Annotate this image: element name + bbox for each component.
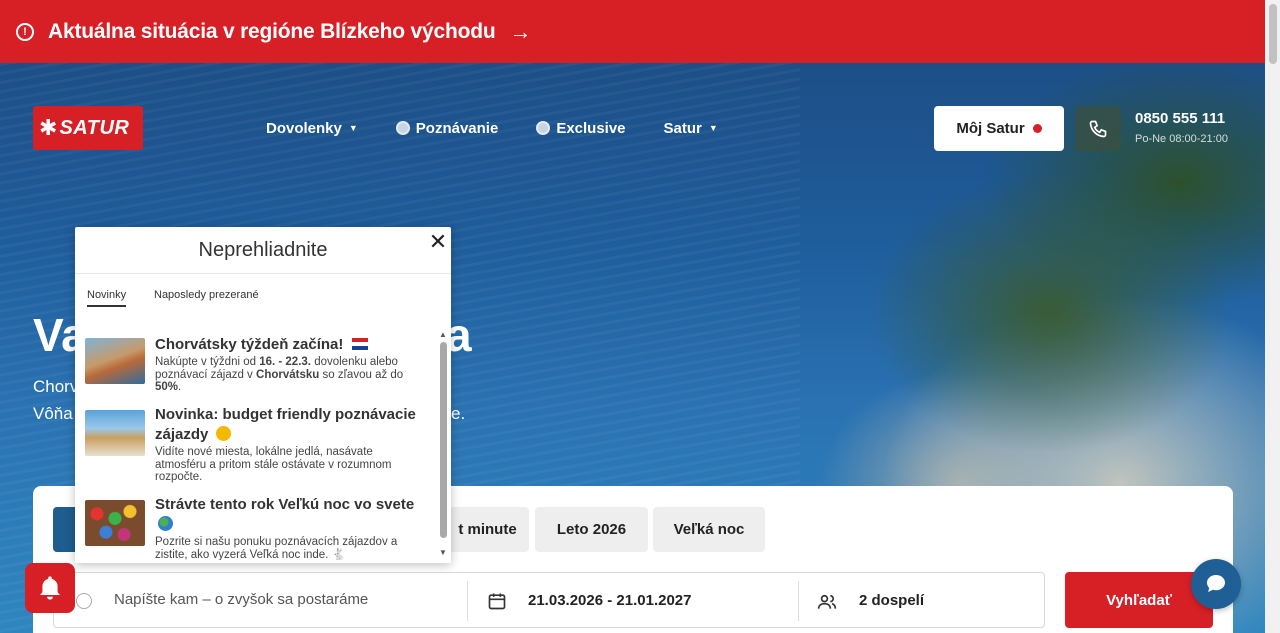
nav-label: Poznávanie bbox=[415, 119, 499, 137]
popup-divider bbox=[75, 273, 451, 274]
rabbit-emoji-icon: 🐇 bbox=[331, 548, 346, 561]
news-item[interactable]: Strávte tento rok Veľkú noc vo svete Poz… bbox=[85, 495, 425, 560]
exclusive-icon bbox=[536, 121, 551, 135]
nav-label: Dovolenky bbox=[266, 119, 342, 137]
satur-star-icon: ✱ bbox=[39, 115, 58, 140]
caret-down-icon: ▼ bbox=[348, 123, 358, 133]
news-thumbnail bbox=[85, 410, 145, 456]
notification-dot bbox=[1032, 124, 1042, 133]
nav-label: Satur bbox=[663, 119, 702, 137]
tab-leto-2026[interactable]: Leto 2026 bbox=[535, 507, 648, 552]
people-icon bbox=[817, 594, 837, 609]
date-range-field[interactable]: 21.03.2026 - 21.01.2027 bbox=[528, 592, 691, 609]
news-popup: Neprehliadnite ✕ Novinky Naposledy preze… bbox=[75, 227, 451, 563]
nav-item-exclusive[interactable]: Exclusive bbox=[536, 118, 626, 138]
logo-text: SATUR bbox=[59, 116, 130, 139]
nav-label: Exclusive bbox=[556, 119, 626, 137]
globe-emoji-icon bbox=[158, 516, 173, 531]
chat-button[interactable] bbox=[1191, 559, 1241, 609]
popup-tab-novinky[interactable]: Novinky bbox=[87, 289, 127, 307]
main-nav: Dovolenky ▼ Poznávanie Exclusive Satur ▼ bbox=[266, 118, 756, 138]
close-icon[interactable]: ✕ bbox=[427, 231, 449, 253]
tab-label: Veľká noc bbox=[673, 521, 745, 538]
hero-subtitle-line1: Chorv bbox=[33, 377, 79, 396]
compass-icon bbox=[76, 593, 92, 609]
page-scrollbar-thumb[interactable] bbox=[1269, 4, 1277, 64]
alert-circle-icon: ! bbox=[16, 22, 34, 41]
chat-icon bbox=[1206, 575, 1225, 592]
news-description: Nakúpte v týždni od 16. - 22.3. dovolenk… bbox=[155, 356, 404, 393]
news-item[interactable]: Novinka: budget friendly poznávacie zája… bbox=[85, 405, 425, 495]
tab-label: Leto 2026 bbox=[556, 521, 627, 538]
popup-title: Neprehliadnite bbox=[198, 239, 328, 261]
notifications-button[interactable] bbox=[25, 563, 75, 613]
nav-item-dovolenky[interactable]: Dovolenky ▼ bbox=[266, 118, 358, 138]
news-thumbnail bbox=[85, 500, 145, 546]
caret-down-icon: ▼ bbox=[708, 123, 718, 133]
hero-subtitle-line2: Vôňa bbox=[33, 404, 73, 423]
scroll-up-icon[interactable]: ▲ bbox=[439, 330, 447, 339]
croatia-flag-icon bbox=[351, 338, 368, 350]
bell-icon bbox=[40, 576, 60, 600]
news-title: Chorvátsky týždeň začína! bbox=[155, 335, 425, 355]
news-title: Strávte tento rok Veľkú noc vo svete bbox=[155, 495, 425, 535]
phone-number[interactable]: 0850 555 111 bbox=[1135, 110, 1225, 127]
hero-subtitle-line2-end: e. bbox=[451, 404, 466, 423]
news-list: Chorvátsky týždeň začína! Nakúpte v týžd… bbox=[75, 332, 437, 560]
news-item[interactable]: Chorvátsky týždeň začína! Nakúpte v týžd… bbox=[85, 335, 425, 405]
field-divider bbox=[798, 581, 799, 621]
my-account-label: Môj Satur bbox=[956, 120, 1025, 137]
scroll-down-icon[interactable]: ▼ bbox=[439, 548, 447, 557]
tab-label: t minute bbox=[458, 521, 517, 538]
news-title: Novinka: budget friendly poznávacie zája… bbox=[155, 406, 416, 443]
page-scrollbar[interactable] bbox=[1265, 0, 1280, 633]
news-description: Pozrite si našu ponuku poznávacích zájaz… bbox=[155, 536, 398, 561]
field-divider bbox=[467, 581, 468, 621]
scrollbar-thumb[interactable] bbox=[440, 342, 447, 538]
news-description: Vidíte nové miesta, lokálne jedlá, nasáv… bbox=[155, 446, 392, 483]
popup-scrollbar[interactable]: ▲ ▼ bbox=[439, 330, 449, 560]
search-bar: 21.03.2026 - 21.01.2027 2 dospelí bbox=[53, 572, 1045, 628]
nav-item-poznavanie[interactable]: Poznávanie bbox=[395, 118, 499, 138]
news-thumbnail bbox=[85, 338, 145, 384]
heart-eyes-emoji-icon bbox=[215, 426, 231, 441]
phone-hours: Po-Ne 08:00-21:00 bbox=[1135, 133, 1228, 145]
travellers-field[interactable]: 2 dospelí bbox=[859, 592, 924, 609]
calendar-icon bbox=[488, 593, 506, 610]
tab-velka-noc[interactable]: Veľká noc bbox=[653, 507, 765, 552]
satur-logo[interactable]: ✱ SATUR bbox=[33, 106, 143, 150]
destination-input[interactable] bbox=[114, 591, 454, 608]
my-account-button[interactable]: Môj Satur bbox=[934, 106, 1064, 151]
alert-text[interactable]: Aktuálna situácia v regióne Blízkeho výc… bbox=[48, 20, 496, 44]
globe-icon bbox=[395, 121, 410, 135]
phone-button[interactable] bbox=[1075, 106, 1121, 151]
alert-bar[interactable]: ! Aktuálna situácia v regióne Blízkeho v… bbox=[0, 0, 1280, 63]
arrow-right-icon[interactable]: → bbox=[510, 19, 532, 45]
popup-tab-naposledy[interactable]: Naposledy prezerané bbox=[154, 289, 259, 301]
nav-item-satur[interactable]: Satur ▼ bbox=[664, 118, 718, 138]
phone-icon bbox=[1089, 120, 1107, 137]
